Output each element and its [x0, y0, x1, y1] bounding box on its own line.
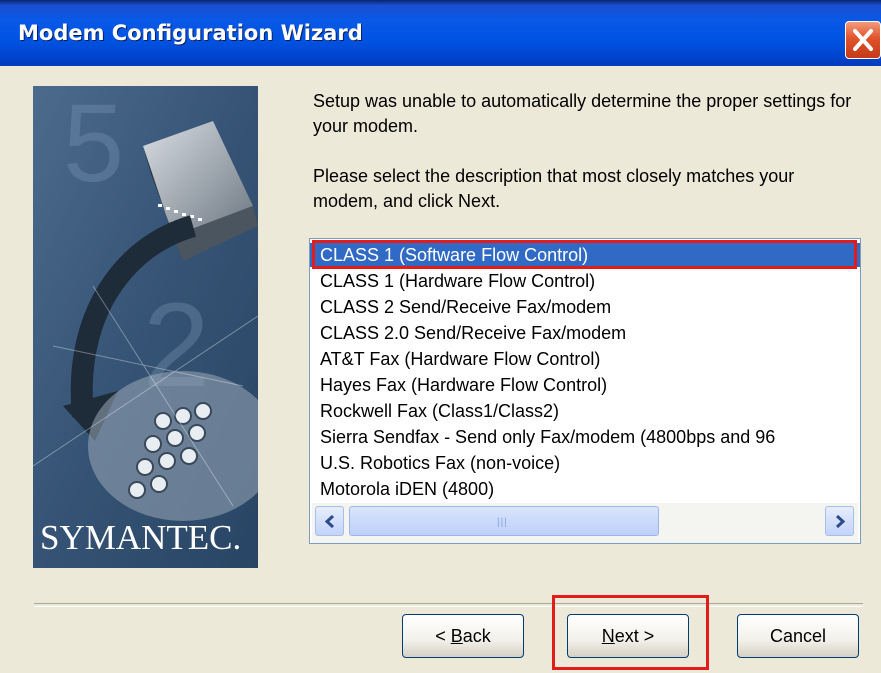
horizontal-scrollbar[interactable]: |||	[312, 503, 858, 543]
modem-list-item[interactable]: CLASS 2 Send/Receive Fax/modem	[310, 295, 860, 319]
modem-list-item[interactable]: Sierra Sendfax - Send only Fax/modem (48…	[310, 425, 860, 449]
svg-text:5: 5	[63, 86, 124, 205]
modem-configuration-wizard-window: Modem Configuration Wizard 5 2 SYMANTEC.…	[0, 0, 881, 673]
modem-list-item[interactable]: AT&T Fax (Hardware Flow Control)	[310, 347, 860, 371]
modem-type-list: CLASS 1 (Software Flow Control) CLASS 1 (…	[310, 239, 860, 503]
modem-list-item[interactable]: Rockwell Fax (Class1/Class2)	[310, 399, 860, 423]
modem-illustration-graphic: 5 2	[33, 86, 258, 568]
back-arrow-text: <	[435, 626, 451, 646]
scroll-right-button[interactable]	[825, 506, 854, 536]
scroll-thumb[interactable]: |||	[349, 506, 659, 536]
modem-list-item[interactable]: Hayes Fax (Hardware Flow Control)	[310, 373, 860, 397]
back-mnemonic: B	[450, 626, 463, 646]
modem-type-listbox[interactable]: CLASS 1 (Software Flow Control) CLASS 1 (…	[309, 238, 861, 544]
arrow-right-icon	[835, 515, 846, 528]
modem-list-item[interactable]: U.S. Robotics Fax (non-voice)	[310, 451, 860, 475]
title-bar[interactable]: Modem Configuration Wizard	[0, 0, 881, 66]
arrow-left-icon	[324, 515, 335, 528]
selected-item-highlight	[312, 240, 857, 269]
symantec-logo: SYMANTEC.	[40, 518, 242, 557]
close-icon	[853, 29, 873, 51]
back-label: ack	[462, 626, 491, 646]
next-button-highlight	[552, 595, 709, 670]
modem-list-item[interactable]: Motorola iDEN (4800)	[310, 477, 860, 501]
button-separator	[34, 603, 863, 607]
window-title: Modem Configuration Wizard	[18, 21, 363, 45]
scroll-thumb-grip: |||	[497, 517, 508, 528]
back-button[interactable]: < Back	[402, 614, 524, 658]
modem-list-item[interactable]: CLASS 1 (Hardware Flow Control)	[310, 269, 860, 293]
symantec-modem-illustration: 5 2 SYMANTEC.	[33, 86, 258, 568]
cancel-button[interactable]: Cancel	[737, 614, 859, 658]
select-description-instruction: Please select the description that most …	[313, 166, 795, 211]
modem-list-item[interactable]: CLASS 2.0 Send/Receive Fax/modem	[310, 321, 860, 345]
wizard-body: 5 2 SYMANTEC. Setup was unable to automa…	[0, 66, 881, 673]
close-button[interactable]	[845, 21, 881, 59]
unable-to-detect-message: Setup was unable to automatically determ…	[313, 91, 852, 136]
scroll-left-button[interactable]	[315, 506, 344, 536]
